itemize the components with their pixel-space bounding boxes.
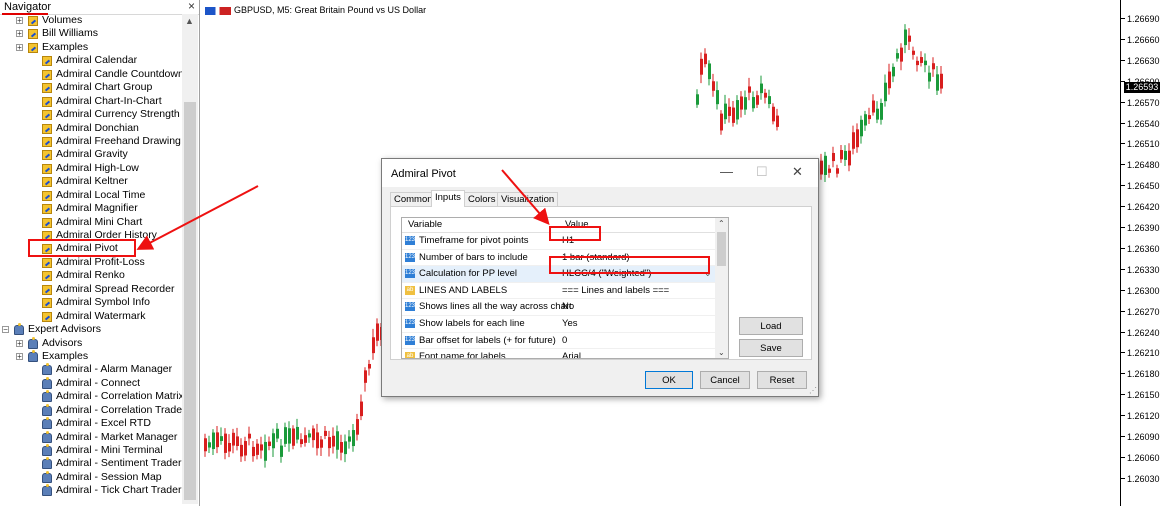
arrow-to-timeframe [501,169,550,226]
annotation-arrows [136,169,550,250]
tab-inputs[interactable]: Inputs [431,190,465,207]
arrow-to-pivot [136,185,259,250]
